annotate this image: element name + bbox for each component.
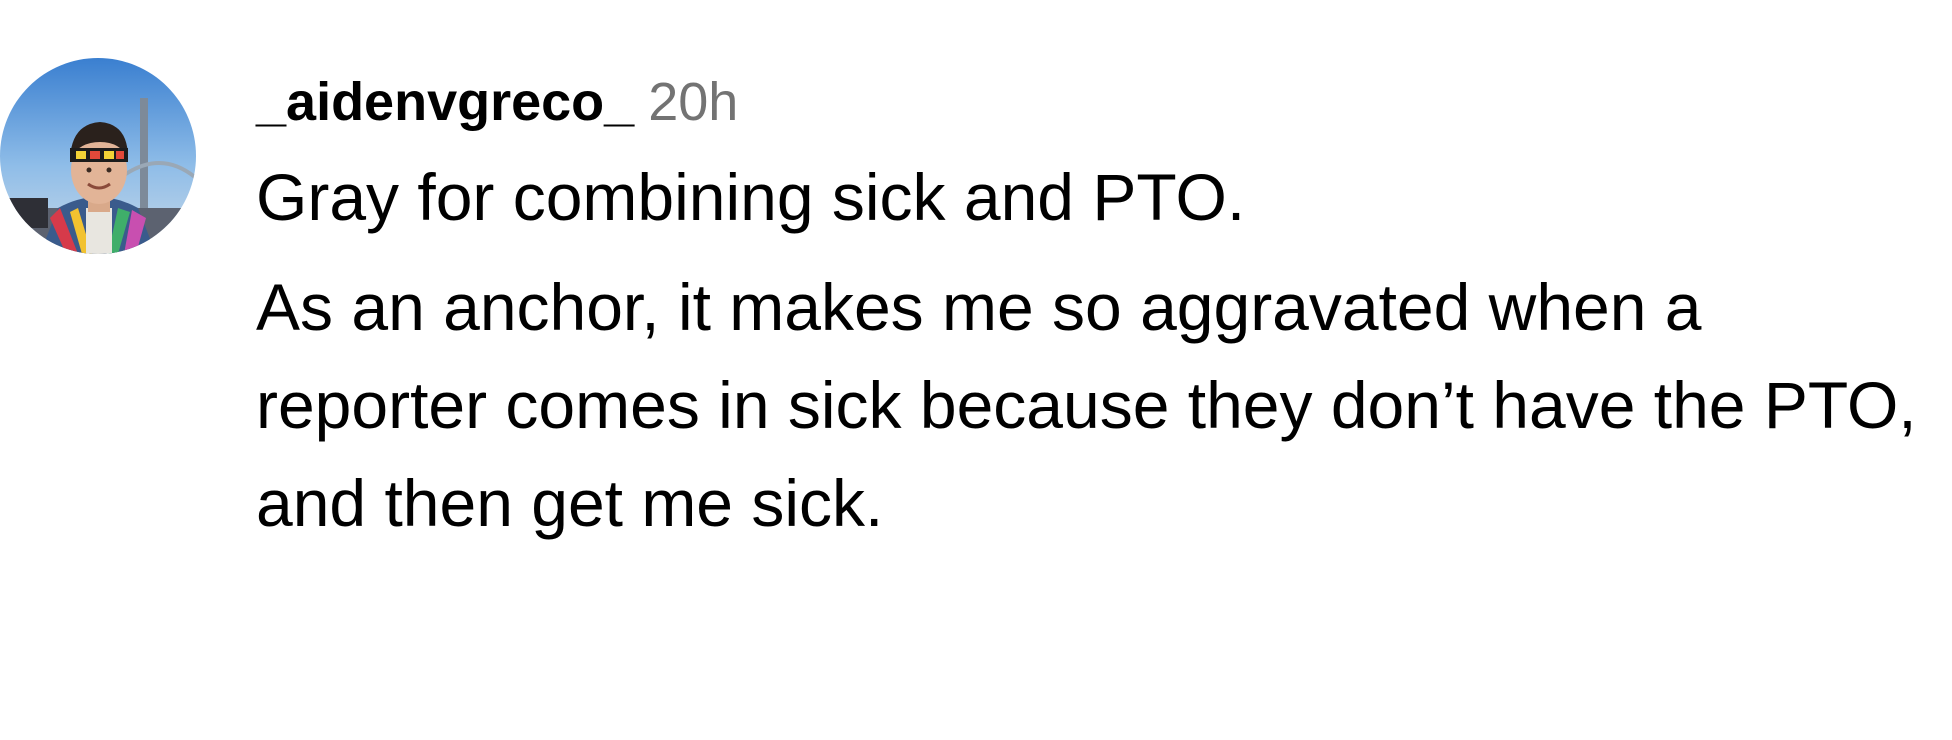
username-link[interactable]: _aidenvgreco_ (256, 72, 634, 132)
comment-text: Gray for combining sick and PTO. (256, 160, 1246, 234)
comment-text: As an anchor, it makes me so aggravated … (256, 270, 1917, 540)
comment-timestamp: 20h (648, 72, 739, 132)
user-avatar[interactable] (0, 58, 196, 254)
comment: _aidenvgreco_ 20h Gray for combining sick… (0, 0, 1952, 740)
comment-header: _aidenvgreco_ 20h (256, 62, 1936, 142)
avatar-photo-icon (0, 58, 196, 254)
comment-body: _aidenvgreco_ 20h Gray for combining sick… (256, 62, 1936, 552)
